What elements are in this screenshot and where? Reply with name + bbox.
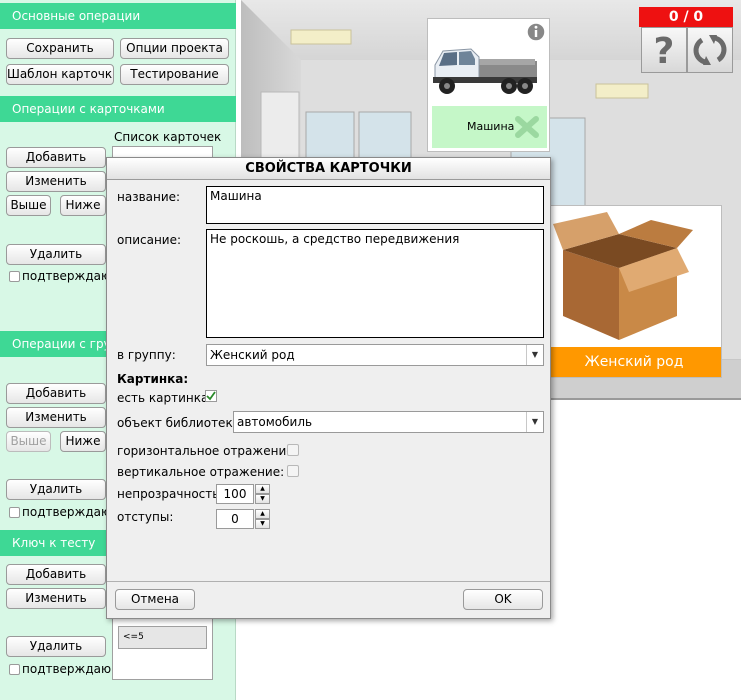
- refresh-icon: [693, 35, 727, 65]
- key-delete-button[interactable]: Удалить: [6, 636, 106, 657]
- question-mark-icon: ?: [654, 32, 675, 68]
- name-label: название:: [117, 190, 181, 204]
- score-display: 0 / 0: [639, 7, 733, 27]
- padding-value[interactable]: 0: [216, 509, 254, 529]
- card-group[interactable]: Женский род: [546, 205, 722, 378]
- picture-section-heading: Картинка:: [117, 372, 189, 386]
- card-car-label: Машина: [432, 106, 547, 148]
- group-confirm-row[interactable]: подтверждаю: [9, 505, 111, 519]
- group-confirm-label: подтверждаю: [22, 505, 112, 519]
- card-edit-button[interactable]: Изменить: [6, 171, 106, 192]
- group-down-button[interactable]: Ниже: [60, 431, 106, 452]
- group-confirm-checkbox[interactable]: [9, 506, 20, 518]
- card-delete-button[interactable]: Удалить: [6, 244, 106, 265]
- card-confirm-checkbox[interactable]: [9, 270, 20, 282]
- card-down-button[interactable]: Ниже: [60, 195, 106, 216]
- opacity-label: непрозрачность:: [117, 487, 224, 501]
- key-confirm-row[interactable]: подтверждаю: [9, 662, 111, 676]
- hflip-label: горизонтальное отражение:: [117, 444, 298, 458]
- save-button[interactable]: Сохранить: [6, 38, 114, 59]
- library-select[interactable]: автомобиль ▼: [233, 411, 544, 433]
- checkmark-icon: [206, 391, 216, 401]
- card-confirm-label: подтверждаю: [22, 269, 112, 283]
- group-select-value: Женский род: [210, 348, 295, 362]
- padding-label: отступы:: [117, 510, 174, 524]
- padding-stepper[interactable]: 0 ▲ ▼: [216, 509, 270, 529]
- chevron-down-icon[interactable]: ▼: [526, 412, 543, 432]
- card-template-button[interactable]: Шаблон карточки: [6, 64, 114, 85]
- cross-icon: [515, 116, 539, 138]
- description-label: описание:: [117, 233, 182, 247]
- key-confirm-checkbox[interactable]: [9, 663, 20, 675]
- chevron-down-icon[interactable]: ▼: [526, 345, 543, 365]
- card-add-button[interactable]: Добавить: [6, 147, 106, 168]
- vflip-label: вертикальное отражение:: [117, 465, 285, 479]
- library-label: объект библиотеки:: [117, 416, 245, 430]
- group-select[interactable]: Женский род ▼: [206, 344, 544, 366]
- box-image: [553, 212, 693, 340]
- card-car-label-text: Машина: [467, 120, 515, 133]
- dialog-footer-divider: [107, 581, 550, 582]
- card-up-button[interactable]: Выше: [6, 195, 51, 216]
- stepper-down-icon[interactable]: ▼: [255, 494, 270, 504]
- has-picture-label: есть картинка:: [117, 391, 213, 405]
- stepper-down-icon[interactable]: ▼: [255, 519, 270, 529]
- key-add-button[interactable]: Добавить: [6, 564, 106, 585]
- group-edit-button[interactable]: Изменить: [6, 407, 106, 428]
- stepper-up-icon[interactable]: ▲: [255, 509, 270, 519]
- help-button[interactable]: ?: [641, 27, 687, 73]
- reset-button[interactable]: [687, 27, 733, 73]
- has-picture-checkbox[interactable]: [205, 390, 217, 402]
- card-list-label: Список карточек: [114, 130, 222, 144]
- key-confirm-label: подтверждаю: [22, 662, 112, 676]
- testing-button[interactable]: Тестирование: [120, 64, 229, 85]
- section-header-basic-ops: Основные операции: [0, 3, 236, 29]
- group-label: в группу:: [117, 348, 176, 362]
- group-up-button[interactable]: Выше: [6, 431, 51, 452]
- ok-button[interactable]: OK: [463, 589, 543, 610]
- opacity-stepper[interactable]: 100 ▲ ▼: [216, 484, 270, 504]
- stepper-up-icon[interactable]: ▲: [255, 484, 270, 494]
- opacity-value[interactable]: 100: [216, 484, 254, 504]
- group-add-button[interactable]: Добавить: [6, 383, 106, 404]
- dialog-title: СВОЙСТВА КАРТОЧКИ: [107, 158, 550, 180]
- hflip-checkbox[interactable]: [287, 444, 299, 456]
- key-edit-button[interactable]: Изменить: [6, 588, 106, 609]
- library-select-value: автомобиль: [237, 415, 313, 429]
- card-car[interactable]: Машина: [427, 18, 550, 152]
- card-confirm-row[interactable]: подтверждаю: [9, 269, 111, 283]
- svg-text:?: ?: [654, 32, 675, 68]
- list-item[interactable]: <=5: [118, 626, 207, 649]
- truck-image: [433, 48, 537, 94]
- project-options-button[interactable]: Опции проекта: [120, 38, 229, 59]
- name-field[interactable]: Машина: [206, 186, 544, 224]
- cancel-button[interactable]: Отмена: [115, 589, 195, 610]
- vflip-checkbox[interactable]: [287, 465, 299, 477]
- group-delete-button[interactable]: Удалить: [6, 479, 106, 500]
- section-header-card-ops: Операции с карточками: [0, 96, 236, 122]
- card-group-label: Женский род: [547, 347, 721, 377]
- card-properties-dialog: СВОЙСТВА КАРТОЧКИ название: Машина описа…: [106, 157, 551, 619]
- description-field[interactable]: Не роскошь, а средство передвижения: [206, 229, 544, 338]
- info-icon[interactable]: [526, 22, 546, 42]
